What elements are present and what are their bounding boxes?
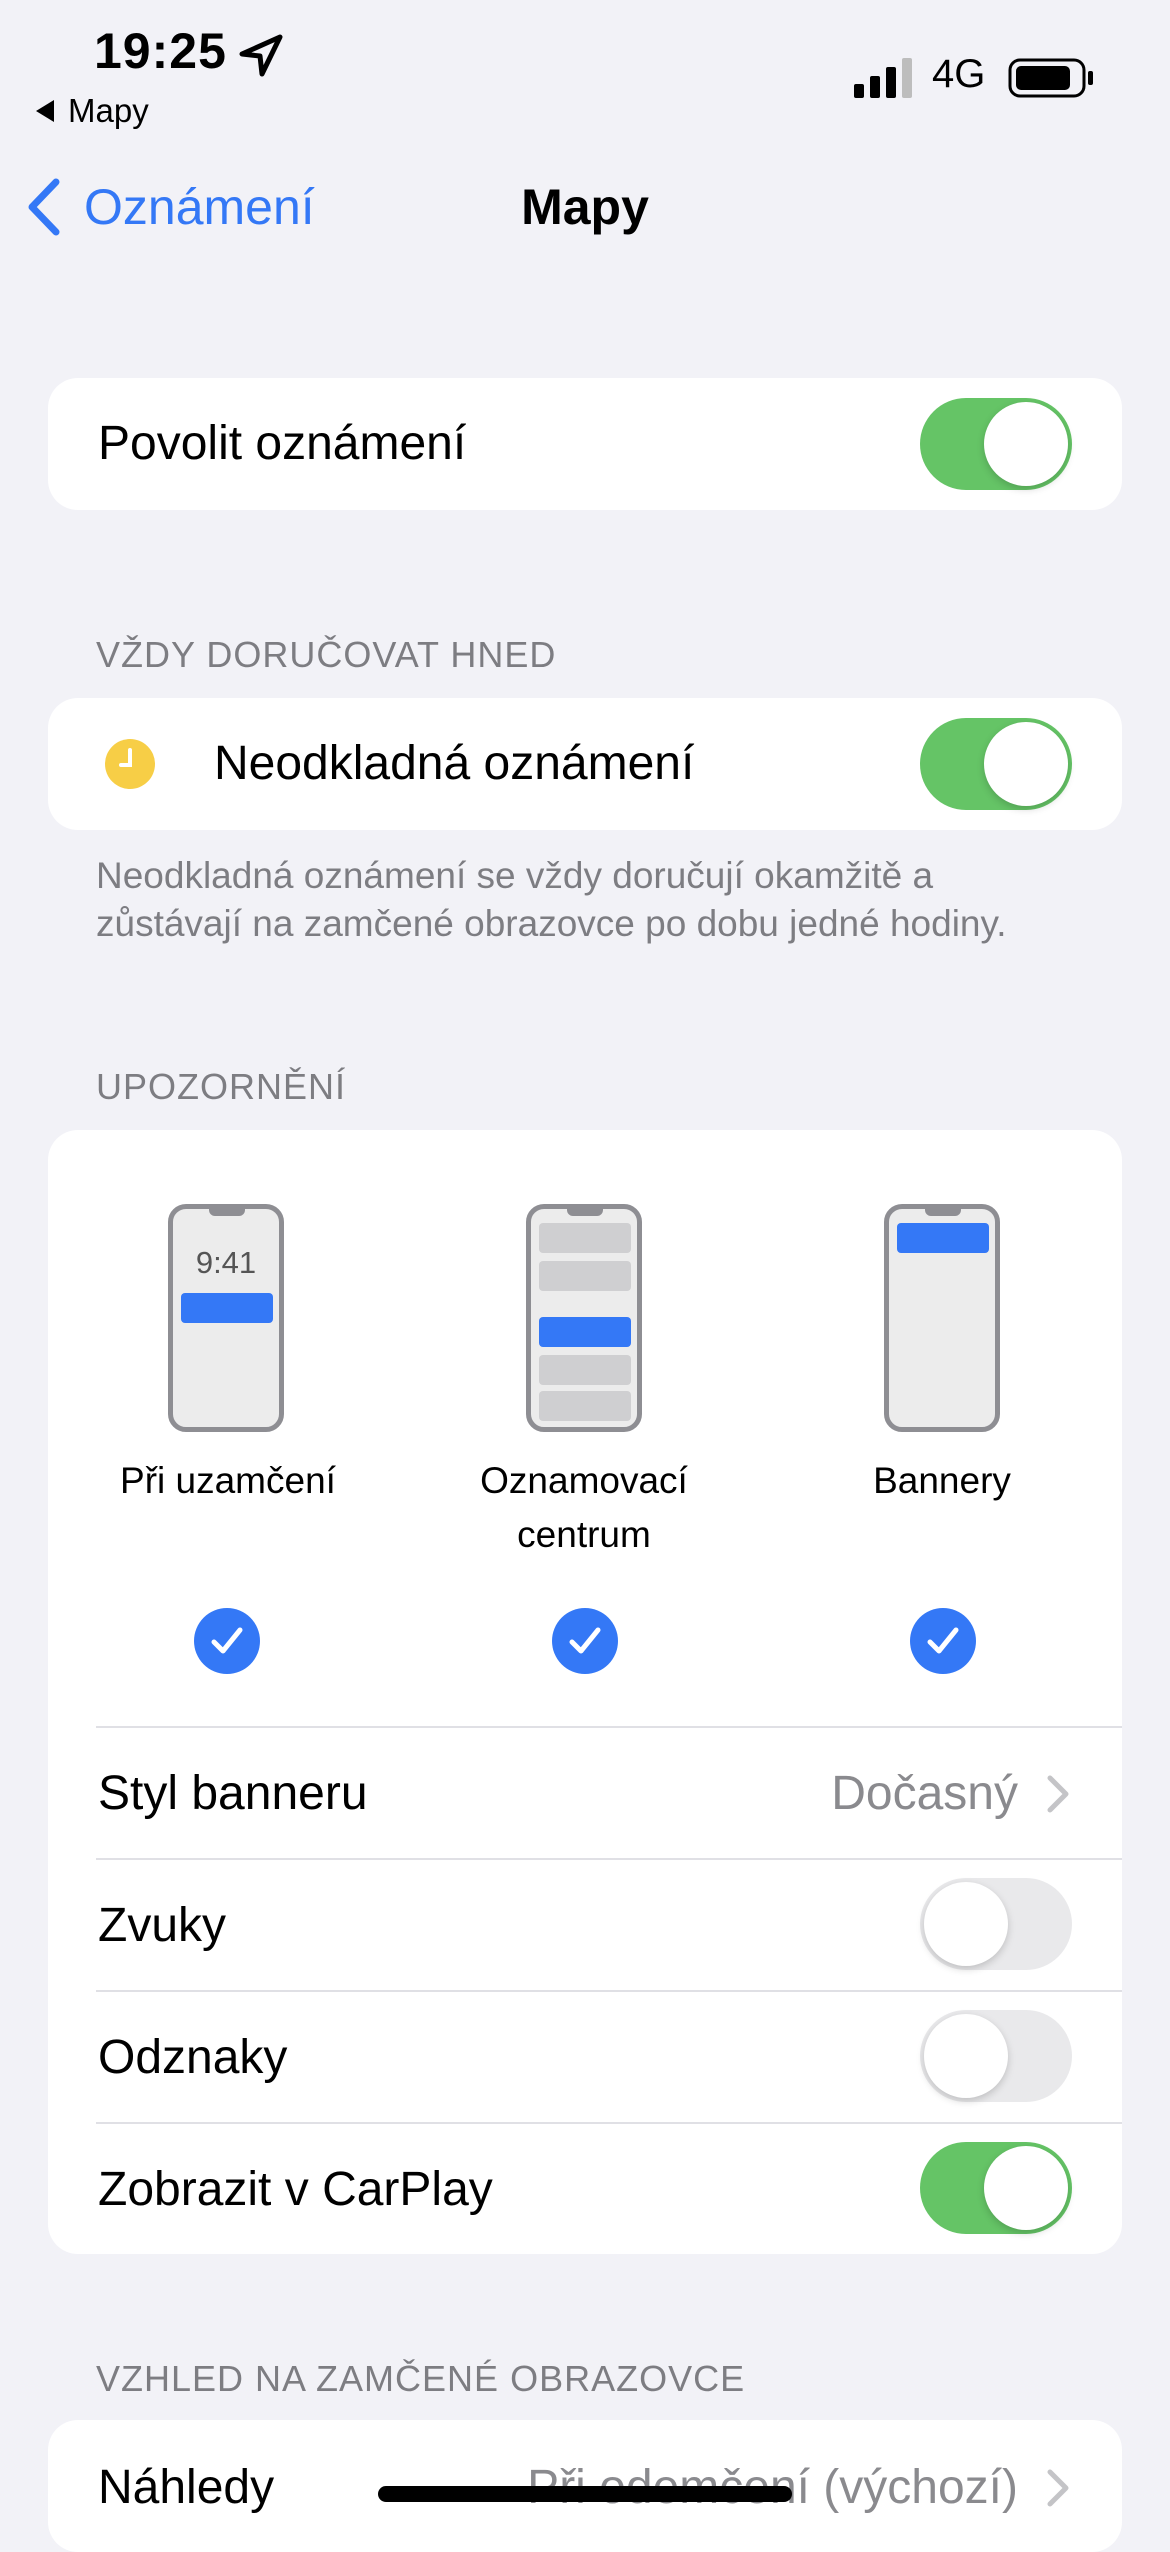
back-to-app-link[interactable]: Mapy bbox=[36, 92, 149, 130]
checkmark-icon bbox=[211, 1627, 243, 1654]
phone-notch bbox=[209, 1208, 245, 1216]
phone-notch bbox=[925, 1208, 961, 1216]
alerts-card: 9:41 Při uzamčení Oznamovací centrum Ban… bbox=[48, 1130, 1122, 2254]
allow-notifications-label: Povolit oznámení bbox=[98, 417, 467, 470]
option-lock-screen-label: Při uzamčení bbox=[120, 1460, 336, 1501]
sounds-label: Zvuky bbox=[98, 1899, 227, 1952]
carplay-toggle[interactable] bbox=[920, 2142, 1072, 2234]
preview-bar bbox=[539, 1261, 631, 1291]
preview-bar bbox=[539, 1391, 631, 1421]
sounds-toggle[interactable] bbox=[920, 1878, 1072, 1970]
allow-notifications-card: Povolit oznámení bbox=[48, 378, 1122, 510]
checkmark-icon bbox=[569, 1627, 601, 1654]
home-indicator[interactable] bbox=[378, 2486, 792, 2502]
previews-label: Náhledy bbox=[98, 2461, 275, 2514]
preview-time: 9:41 bbox=[195, 1245, 257, 1280]
section-header-deliver: VŽDY DORUČOVAT HNED bbox=[96, 634, 557, 675]
checkmark-icon bbox=[927, 1627, 959, 1654]
urgent-notifications-card: Neodkladná oznámení bbox=[48, 698, 1122, 830]
toggle-knob bbox=[924, 2014, 1008, 2098]
chevron-right-icon bbox=[1047, 2469, 1069, 2507]
section-header-alerts: UPOZORNĚNÍ bbox=[96, 1066, 347, 1107]
option-banners-check[interactable] bbox=[910, 1608, 976, 1674]
back-triangle-icon bbox=[36, 100, 54, 122]
urgent-footer-text: Neodkladná oznámení se vždy doručují oka… bbox=[96, 855, 1007, 944]
preview-bar bbox=[539, 1223, 631, 1253]
preview-bar bbox=[539, 1355, 631, 1385]
toggle-knob bbox=[924, 1882, 1008, 1966]
status-time: 19:25 bbox=[94, 23, 227, 79]
back-app-label: Mapy bbox=[68, 92, 149, 129]
clock-icon bbox=[105, 739, 155, 789]
option-notification-center-label: Oznamovací centrum bbox=[480, 1460, 688, 1555]
section-header-lockscreen: VZHLED NA ZAMČENÉ OBRAZOVCE bbox=[96, 2358, 746, 2399]
network-type: 4G bbox=[932, 52, 986, 96]
page-title: Mapy bbox=[521, 179, 649, 235]
toggle-knob bbox=[984, 722, 1068, 806]
option-banners-label: Bannery bbox=[873, 1460, 1011, 1501]
row-divider bbox=[96, 1858, 1122, 1860]
carplay-label: Zobrazit v CarPlay bbox=[98, 2163, 493, 2216]
chevron-right-icon bbox=[1047, 1775, 1069, 1813]
location-arrow-icon bbox=[239, 34, 283, 77]
toggle-knob bbox=[984, 402, 1068, 486]
toggle-knob bbox=[984, 2146, 1068, 2230]
row-divider bbox=[96, 2122, 1122, 2124]
option-notification-center-check[interactable] bbox=[552, 1608, 618, 1674]
badges-label: Odznaky bbox=[98, 2031, 288, 2084]
urgent-notifications-toggle[interactable] bbox=[920, 718, 1072, 810]
option-lock-screen-check[interactable] bbox=[194, 1608, 260, 1674]
cellular-signal-icon bbox=[854, 58, 912, 98]
battery-icon bbox=[1008, 58, 1093, 98]
notification-center-preview-icon[interactable] bbox=[526, 1204, 642, 1432]
banner-style-row[interactable]: Styl banneru Dočasný bbox=[48, 1728, 1122, 1858]
phone-notch bbox=[567, 1208, 603, 1216]
preview-notification-bar bbox=[539, 1317, 631, 1347]
banner-style-value: Dočasný bbox=[831, 1767, 1018, 1820]
allow-notifications-toggle[interactable] bbox=[920, 398, 1072, 490]
urgent-notifications-label: Neodkladná oznámení bbox=[214, 737, 695, 790]
banner-style-label: Styl banneru bbox=[98, 1767, 368, 1820]
banners-preview-icon[interactable] bbox=[884, 1204, 1000, 1432]
lock-screen-preview-icon[interactable]: 9:41 bbox=[168, 1204, 284, 1432]
row-divider bbox=[96, 1990, 1122, 1992]
preview-notification-bar bbox=[897, 1223, 989, 1253]
preview-notification-bar bbox=[181, 1293, 273, 1323]
badges-toggle[interactable] bbox=[920, 2010, 1072, 2102]
